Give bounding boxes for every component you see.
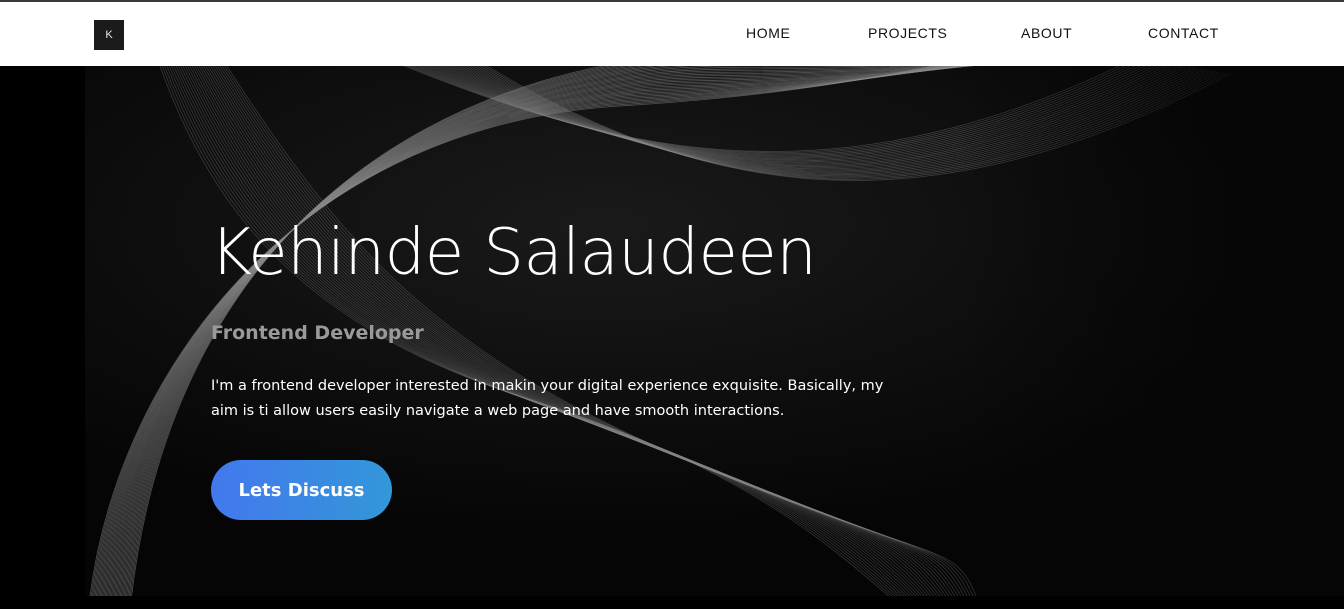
site-header: K HOME PROJECTS ABOUT CONTACT	[0, 2, 1344, 66]
bottom-bar	[0, 596, 1344, 609]
main-nav: HOME PROJECTS ABOUT CONTACT	[0, 2, 1344, 66]
nav-projects[interactable]: PROJECTS	[868, 25, 947, 41]
wave-lines-background	[0, 66, 1344, 596]
nav-home[interactable]: HOME	[746, 25, 790, 41]
hero-subtitle: Frontend Developer	[211, 322, 424, 344]
nav-contact[interactable]: CONTACT	[1148, 25, 1219, 41]
hero-description: I'm a frontend developer interested in m…	[211, 378, 884, 419]
lets-discuss-button[interactable]: Lets Discuss	[211, 460, 392, 520]
nav-about[interactable]: ABOUT	[1021, 25, 1072, 41]
hero-section: Kehinde Salaudeen Frontend Developer I'm…	[0, 66, 1344, 596]
hero-title: Kehinde Salaudeen	[210, 216, 817, 290]
